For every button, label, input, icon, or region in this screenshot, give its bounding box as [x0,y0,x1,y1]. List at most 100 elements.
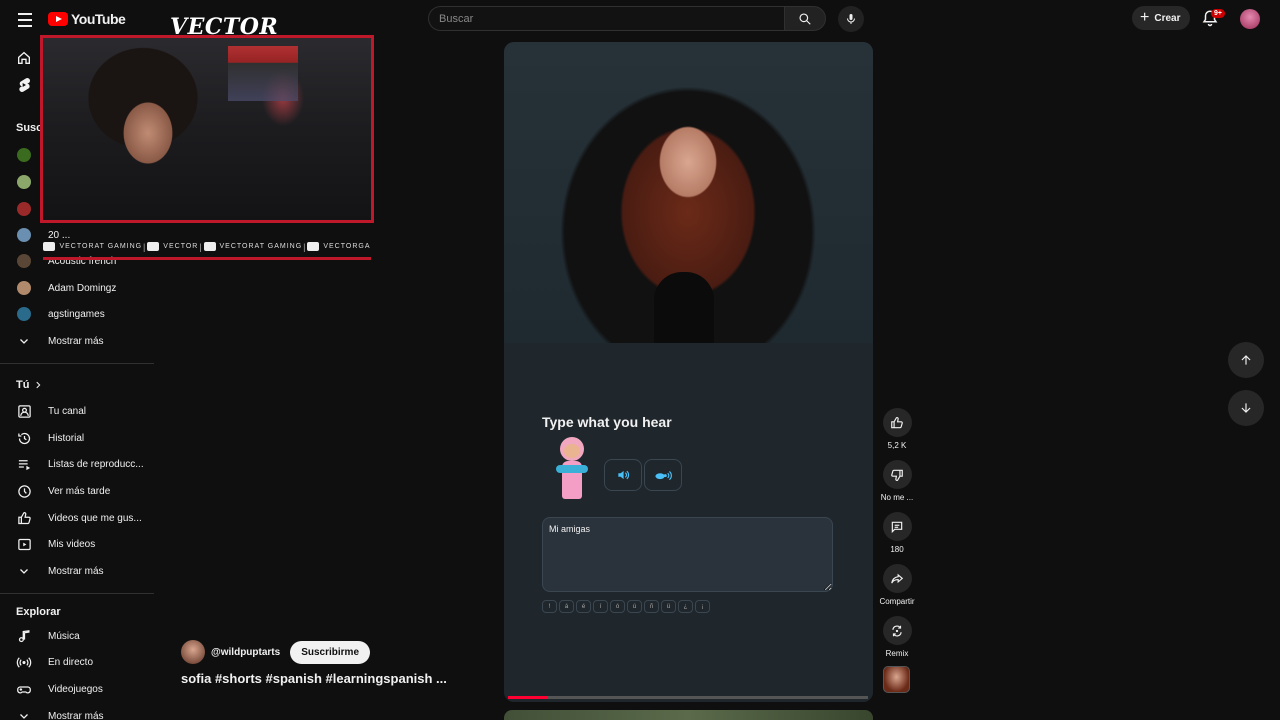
home-icon [18,51,30,64]
lesson-title: Type what you hear [542,414,672,430]
create-button[interactable]: + Crear [1132,6,1191,30]
show-more-label: Mostrar más [48,565,104,577]
social-youtube: VECTORAT GAMING [43,242,142,251]
search-input[interactable] [428,6,784,31]
next-short-button[interactable] [1228,390,1264,426]
char-key[interactable]: ¿ [678,600,693,613]
microphone-image [654,272,714,347]
next-short-preview[interactable] [504,710,873,720]
channel-handle[interactable]: @wildpuptarts [211,647,280,658]
char-key[interactable]: ü [661,600,676,613]
show-more-subscriptions[interactable]: Mostrar más [0,328,154,354]
playlists-icon [18,459,30,470]
channel-avatar [17,148,31,162]
sound-thumbnail[interactable] [883,666,910,693]
lesson-card: Type what you hear Mi amigas ! á é í ó ú… [504,343,873,702]
subscriptions-title: Susc [16,122,43,134]
char-key[interactable]: ó [610,600,625,613]
sidebar-item-watch-later[interactable]: Ver más tarde [0,478,154,504]
char-key[interactable]: ¡ [695,600,710,613]
sidebar-label: Listas de reproducc... [48,458,144,470]
sidebar-item-your-channel[interactable]: Tu canal [0,398,154,424]
char-key[interactable]: á [559,600,574,613]
search-bar [428,6,826,31]
char-key[interactable]: ñ [644,600,659,613]
you-title: Tú [16,379,30,391]
show-more-you[interactable]: Mostrar más [0,558,154,584]
sidebar-label: En directo [48,656,94,668]
channel-avatar[interactable] [181,640,205,664]
remix-icon [892,625,902,636]
channel-avatar [17,254,31,268]
voice-search-button[interactable] [838,6,864,32]
sidebar-item-playlists[interactable]: Listas de reproducc... [0,451,154,477]
like-button[interactable] [882,408,912,437]
sidebar-item-my-videos[interactable]: Mis videos [0,531,154,557]
comments-button[interactable] [882,512,912,541]
social-handles: VECTORAT GAMING | VECTOR | VECTORAT GAMI… [43,234,371,259]
play-slow-audio-button[interactable] [644,459,682,491]
chevron-down-icon [20,339,28,344]
video-progress-bar[interactable] [508,696,868,699]
like-count: 5,2 K [887,441,907,450]
channel-info: @wildpuptarts Suscribirme [181,640,371,664]
separator: | [199,241,203,252]
sidebar-item-liked-videos[interactable]: Videos que me gus... [0,505,154,531]
channel-avatar [17,228,31,242]
you-section-link[interactable]: Tú [0,372,60,398]
sidebar-item-history[interactable]: Historial [0,425,154,451]
dislike-label: No me ... [880,493,914,502]
play-audio-button[interactable] [604,459,642,491]
sidebar-label: Ver más tarde [48,485,111,497]
cartoon-character [552,437,592,509]
char-key[interactable]: ! [542,600,557,613]
like-action: 5,2 K [878,408,916,450]
account-avatar[interactable] [1240,9,1260,29]
search-button[interactable] [784,6,826,31]
create-label: Crear [1154,12,1181,24]
arcade-cabinet-image [228,46,298,101]
subscribe-button[interactable]: Suscribirme [290,640,371,664]
channel-avatar [17,281,31,295]
shorts-icon [19,77,31,93]
twitter-icon [203,242,216,251]
sidebar-item-live[interactable]: En directo [0,649,154,675]
social-handle: VECTORGA [323,243,371,250]
menu-icon[interactable] [14,8,36,30]
channel-avatar [17,175,31,189]
char-key[interactable]: ú [627,600,642,613]
share-button[interactable] [882,564,912,593]
sidebar-label: Videojuegos [48,683,103,695]
answer-input[interactable]: Mi amigas [542,517,833,592]
short-video-frame [504,42,873,347]
previous-short-button[interactable] [1228,342,1264,378]
my-videos-icon [17,538,31,550]
channel-avatar [17,202,31,216]
divider [0,593,154,594]
history-icon [17,432,30,444]
social-instagram: VECTORGA [307,242,370,251]
remix-action: Remix [878,616,916,658]
show-more-label: Mostrar más [48,335,104,347]
subscription-item[interactable]: agstingames [0,301,154,327]
live-icon [16,656,32,668]
youtube-icon [43,242,56,251]
instagram-icon [307,242,320,251]
show-more-explore[interactable]: Mostrar más [0,703,154,720]
sidebar-item-music[interactable]: Música [0,623,154,649]
social-handle: VECTORAT GAMING [219,243,303,250]
subscription-item[interactable]: Adam Domingz [0,275,154,301]
separator: | [143,241,147,252]
char-key[interactable]: í [593,600,608,613]
dislike-button[interactable] [882,460,912,489]
short-player[interactable]: Type what you hear Mi amigas ! á é í ó ú… [504,42,873,702]
subscription-label: agstingames [48,308,105,320]
progress-fill [508,696,548,699]
short-title[interactable]: sofia #shorts #spanish #learningspanish … [181,671,447,686]
sidebar-item-gaming[interactable]: Videojuegos [0,676,154,702]
streamer-webcam-overlay: VECTOR VECTORAT GAMING | VECTOR | VECTOR… [40,14,374,264]
remix-button[interactable] [882,616,912,645]
char-key[interactable]: é [576,600,591,613]
character-arms [556,465,588,473]
chevron-right-icon [36,381,41,389]
